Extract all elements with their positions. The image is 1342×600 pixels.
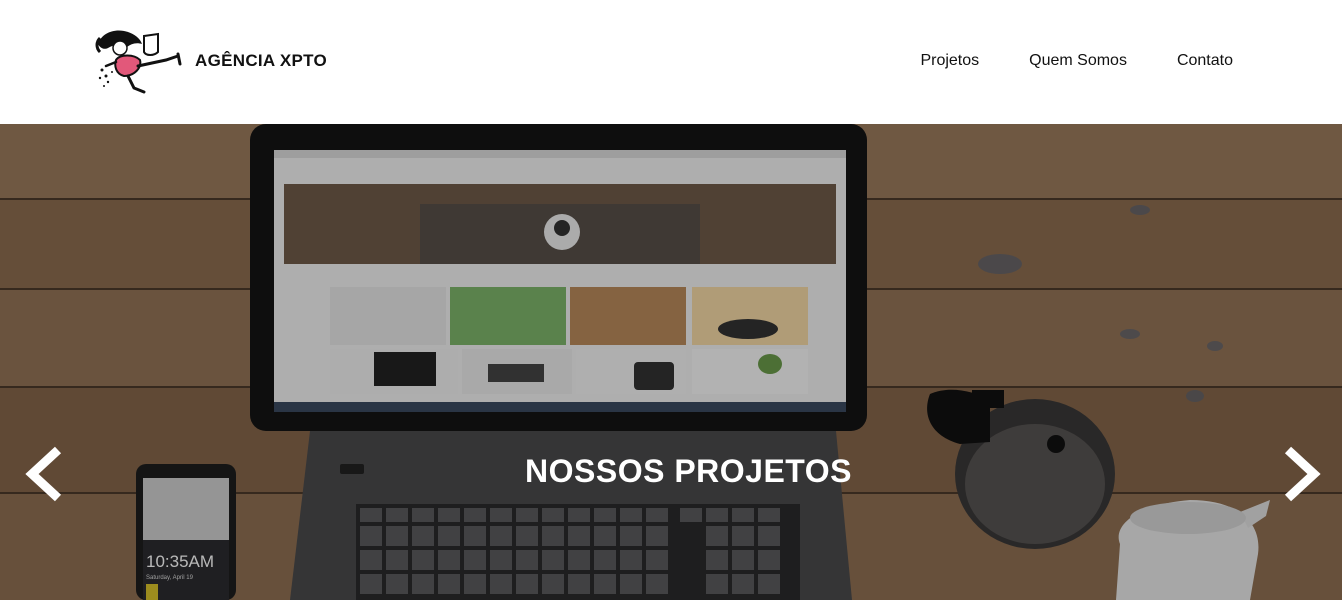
hero-dark-overlay [0,124,1342,600]
hero-title: NOSSOS PROJETOS [525,453,852,489]
chevron-right-icon[interactable] [1280,446,1324,502]
chevron-left-icon[interactable] [22,446,66,502]
dancing-character-logo [95,30,182,94]
brand-link[interactable]: AGÊNCIA XPTO [94,26,327,96]
nav-link-contato[interactable]: Contato [1177,50,1233,72]
nav-link-projetos[interactable]: Projetos [920,50,979,72]
main-nav: Projetos Quem Somos Contato [920,50,1233,72]
brand-name: AGÊNCIA XPTO [195,51,328,70]
site-header: AGÊNCIA XPTO Projetos Quem Somos Contato [0,0,1342,124]
hero-slider: 10:35AM Saturday, April 19 NOSSOS PROJET… [0,124,1342,600]
nav-link-quem-somos[interactable]: Quem Somos [1029,50,1127,72]
